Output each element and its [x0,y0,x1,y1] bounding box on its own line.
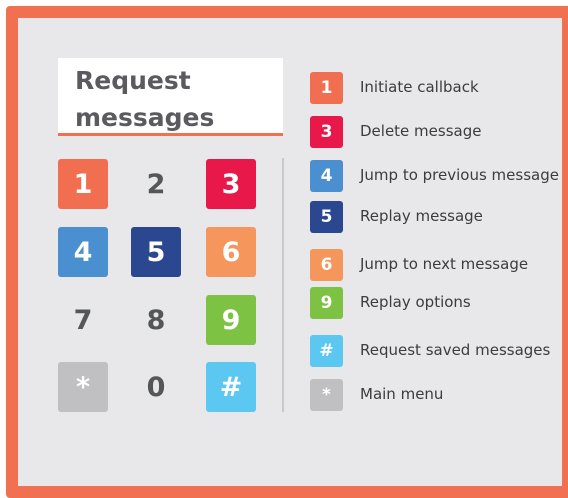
keypad-key-5[interactable]: 5 [131,227,181,277]
keypad-key-7[interactable]: 7 [58,295,108,345]
legend-key-badge: * [310,379,343,411]
legend-label: Main menu [360,385,444,403]
keypad-key-4[interactable]: 4 [58,227,108,277]
keypad-key-8[interactable]: 8 [131,295,181,345]
keypad-key-star[interactable]: * [58,362,108,412]
keypad-key-9[interactable]: 9 [206,295,256,345]
keypad-key-3[interactable]: 3 [206,159,256,209]
legend-label: Jump to previous message [360,166,559,184]
legend-key-badge: 1 [310,72,343,104]
legend-label: Jump to next message [360,255,529,273]
legend-label: Request saved messages [360,341,551,359]
keypad-key-2[interactable]: 2 [131,159,181,209]
legend-key-badge: 4 [310,160,343,192]
keypad-key-6[interactable]: 6 [206,227,256,277]
legend-key-badge: 3 [310,116,343,148]
legend-key-badge: 5 [310,201,343,233]
keypad-key-1[interactable]: 1 [58,159,108,209]
legend-key-badge: # [310,335,343,367]
divider [282,158,284,412]
legend-key-badge: 6 [310,249,343,281]
legend-label: Initiate callback [360,78,479,96]
legend-label: Replay message [360,207,483,225]
keypad-key-hash[interactable]: # [206,362,256,412]
title-box: Request messages [58,58,283,136]
legend-key-badge: 9 [310,287,343,319]
legend-label: Replay options [360,293,471,311]
legend-label: Delete message [360,122,482,140]
page-title: Request messages [75,66,215,132]
keypad-key-0[interactable]: 0 [131,362,181,412]
